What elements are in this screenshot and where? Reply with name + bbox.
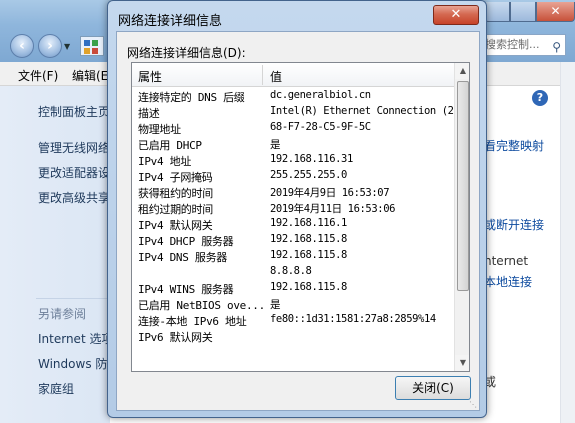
property-cell: IPv6 默认网关 xyxy=(138,331,213,344)
value-cell: 68-F7-28-C5-9F-5C xyxy=(270,121,371,133)
property-cell: IPv4 DHCP 服务器 xyxy=(138,235,234,248)
see-also-heading: 另请参阅 xyxy=(38,307,87,321)
scroll-thumb[interactable] xyxy=(457,81,469,291)
network-folder-icon xyxy=(80,36,104,56)
scroll-down-icon[interactable]: ▼ xyxy=(455,355,469,371)
value-cell: Intel(R) Ethernet Connection (2 xyxy=(270,105,454,117)
chevron-down-icon[interactable]: ▼ xyxy=(64,42,74,52)
explorer-scrollbar[interactable] xyxy=(560,62,575,423)
value-cell: 192.168.115.8 xyxy=(270,249,347,261)
sidebar-divider xyxy=(36,298,108,299)
value-cell: 192.168.115.8 xyxy=(270,281,347,293)
dialog-close-x-button[interactable]: ✕ xyxy=(433,5,479,25)
window-controls: ✕ xyxy=(484,2,575,22)
task-sidebar: 控制面板主页 管理无线网络 更改适配器设置 更改高级共享设置 另请参阅 Inte… xyxy=(0,86,134,423)
help-icon[interactable]: ? xyxy=(532,90,548,106)
table-row[interactable]: IPv4 默认网关 192.168.116.1 xyxy=(132,217,454,233)
resize-grip-icon[interactable]: ⋱ xyxy=(469,400,479,410)
property-cell: 描述 xyxy=(138,107,160,120)
value-cell: 是 xyxy=(270,299,281,311)
local-connection-link[interactable]: 本地连接 xyxy=(484,273,532,290)
dialog-title: 网络连接详细信息 xyxy=(118,14,223,29)
table-row[interactable]: IPv6 默认网关 xyxy=(132,329,454,345)
table-row[interactable]: 已启用 NetBIOS ove... 是 xyxy=(132,297,454,313)
property-cell: IPv4 DNS 服务器 xyxy=(138,251,228,264)
search-input[interactable]: 搜索控制... ⚲ xyxy=(478,34,566,56)
table-row[interactable]: 租约过期的时间 2019年4月11日 16:53:06 xyxy=(132,201,454,217)
property-cell: 连接-本地 IPv6 地址 xyxy=(138,315,247,328)
table-row[interactable]: 描述 Intel(R) Ethernet Connection (2 xyxy=(132,105,454,121)
sidebar-link-internet-options[interactable]: Internet 选项 xyxy=(38,330,113,347)
column-divider[interactable] xyxy=(262,65,263,85)
value-cell: 是 xyxy=(270,139,281,151)
table-row[interactable]: 连接特定的 DNS 后缀 dc.generalbiol.cn xyxy=(132,89,454,105)
details-scrollbar[interactable]: ▲ ▼ xyxy=(454,63,469,371)
view-full-map-link[interactable]: 看完整映射 xyxy=(484,137,544,154)
value-cell: 192.168.115.8 xyxy=(270,233,347,245)
property-cell: 连接特定的 DNS 后缀 xyxy=(138,91,245,104)
value-cell: 8.8.8.8 xyxy=(270,265,312,277)
minimize-button[interactable] xyxy=(484,2,510,22)
value-cell: 255.255.255.0 xyxy=(270,169,347,181)
property-cell: 已启用 DHCP xyxy=(138,139,202,152)
property-cell: IPv4 默认网关 xyxy=(138,219,213,232)
table-row[interactable]: 已启用 DHCP 是 xyxy=(132,137,454,153)
close-button[interactable]: 关闭(C) xyxy=(395,376,471,400)
watermark-graphic xyxy=(486,370,566,410)
value-cell: dc.generalbiol.cn xyxy=(270,89,371,101)
column-header-value[interactable]: 值 xyxy=(270,68,282,85)
menu-file[interactable]: 文件(F) xyxy=(18,67,58,84)
table-row[interactable]: 获得租约的时间 2019年4月9日 16:53:07 xyxy=(132,185,454,201)
table-row[interactable]: IPv4 WINS 服务器 192.168.115.8 xyxy=(132,281,454,297)
property-cell: 已启用 NetBIOS ove... xyxy=(138,299,265,312)
value-cell: 2019年4月11日 16:53:06 xyxy=(270,203,396,215)
table-row[interactable]: IPv4 DNS 服务器 192.168.115.8 xyxy=(132,249,454,265)
sidebar-link-homegroup[interactable]: 家庭组 xyxy=(38,380,74,397)
details-list[interactable]: 属性 值 连接特定的 DNS 后缀 dc.generalbiol.cn 描述 Int… xyxy=(131,62,470,372)
sidebar-link-manage-wireless[interactable]: 管理无线网络 xyxy=(38,139,110,156)
table-row[interactable]: 8.8.8.8 xyxy=(132,265,454,281)
scroll-up-icon[interactable]: ▲ xyxy=(455,63,469,79)
search-icon[interactable]: ⚲ xyxy=(552,37,561,57)
search-placeholder: 搜索控制... xyxy=(485,38,540,51)
maximize-button[interactable] xyxy=(510,2,536,22)
table-row[interactable]: 连接-本地 IPv6 地址 fe80::1d31:1581:27a8:2859%1… xyxy=(132,313,454,329)
details-label: 网络连接详细信息(D): xyxy=(127,46,246,60)
disconnect-link[interactable]: 或断开连接 xyxy=(484,216,544,233)
value-cell: 2019年4月9日 16:53:07 xyxy=(270,187,390,199)
back-button[interactable]: ‹ xyxy=(10,34,34,58)
property-cell: 租约过期的时间 xyxy=(138,203,213,216)
list-header: 属性 值 xyxy=(132,63,454,87)
network-connection-details-dialog: 网络连接详细信息 ✕ 网络连接详细信息(D): 属性 值 连接特定的 DNS 后… xyxy=(107,0,487,418)
table-row[interactable]: IPv4 地址 192.168.116.31 xyxy=(132,153,454,169)
table-row[interactable]: IPv4 DHCP 服务器 192.168.115.8 xyxy=(132,233,454,249)
table-row[interactable]: IPv4 子网掩码 255.255.255.0 xyxy=(132,169,454,185)
sidebar-link-control-panel-home[interactable]: 控制面板主页 xyxy=(38,103,110,120)
value-cell: 192.168.116.31 xyxy=(270,153,353,165)
property-cell: 物理地址 xyxy=(138,123,181,136)
table-row[interactable]: 物理地址 68-F7-28-C5-9F-5C xyxy=(132,121,454,137)
property-cell: IPv4 WINS 服务器 xyxy=(138,283,234,296)
property-cell: IPv4 子网掩码 xyxy=(138,171,213,184)
access-type-text: nternet xyxy=(484,254,529,268)
property-cell: IPv4 地址 xyxy=(138,155,192,168)
window-close-button[interactable]: ✕ xyxy=(536,2,575,22)
property-cell: 获得租约的时间 xyxy=(138,187,213,200)
details-rows: 连接特定的 DNS 后缀 dc.generalbiol.cn 描述 Intel(R)… xyxy=(132,89,454,371)
value-cell: 192.168.116.1 xyxy=(270,217,347,229)
dialog-body: 网络连接详细信息(D): 属性 值 连接特定的 DNS 后缀 dc.general… xyxy=(116,31,480,411)
forward-button[interactable]: › xyxy=(38,34,62,58)
column-header-property[interactable]: 属性 xyxy=(138,68,162,85)
value-cell: fe80::1d31:1581:27a8:2859%14 xyxy=(270,313,436,325)
